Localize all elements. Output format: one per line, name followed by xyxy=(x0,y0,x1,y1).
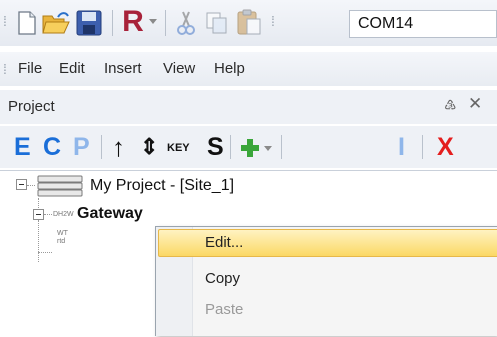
project-toolbar-separator xyxy=(422,135,423,159)
collapse-expander[interactable] xyxy=(33,209,44,220)
collapse-expander[interactable] xyxy=(16,179,27,190)
project-toolbar-separator xyxy=(101,135,102,159)
menu-edit[interactable]: Edit xyxy=(59,60,85,77)
r-icon[interactable]: R xyxy=(120,4,146,40)
context-menu-copy-label: Copy xyxy=(205,270,241,287)
edit-project-button[interactable]: E xyxy=(14,133,31,162)
child-prefix-top: WT xyxy=(57,230,68,237)
p-button[interactable]: P xyxy=(73,133,90,162)
menubar-grip[interactable]: ⁞ xyxy=(3,61,7,77)
toolbar-separator xyxy=(165,10,166,36)
project-pane-title: Project xyxy=(8,98,55,115)
gateway-prefix: DH2W xyxy=(53,211,74,218)
save-icon[interactable] xyxy=(74,8,104,38)
menu-view[interactable]: View xyxy=(163,60,195,77)
i-button[interactable]: I xyxy=(398,133,405,162)
pin-icon[interactable]: ♵ xyxy=(444,97,457,114)
menu-bar: ⁞ File Edit Insert View Help xyxy=(0,52,497,86)
project-pane-header xyxy=(0,90,497,124)
key-button[interactable]: KEY xyxy=(167,142,190,154)
tree-connector xyxy=(27,185,35,186)
project-toolbar-separator xyxy=(281,135,282,159)
toolbar-gap xyxy=(281,10,282,36)
main-toolbar: ⁞ R ⁞ COM14 xyxy=(0,0,497,46)
arrow-up-icon[interactable]: ↑ xyxy=(112,132,125,163)
arrow-updown-icon[interactable]: ⇕ xyxy=(140,134,158,160)
close-icon[interactable]: ✕ xyxy=(468,94,482,114)
menu-file[interactable]: File xyxy=(18,60,42,77)
project-toolbar-separator xyxy=(230,135,231,159)
add-dropdown-arrow-icon[interactable] xyxy=(263,144,273,154)
context-menu-paste-label: Paste xyxy=(205,301,244,318)
open-folder-icon[interactable] xyxy=(40,8,72,38)
context-menu-edit-label: Edit... xyxy=(205,234,244,251)
dropdown-arrow-icon[interactable] xyxy=(147,14,159,30)
child-node-icon[interactable]: WT rtd xyxy=(57,230,71,248)
project-database-icon xyxy=(36,173,84,199)
cut-icon[interactable] xyxy=(172,8,200,38)
menu-insert[interactable]: Insert xyxy=(104,60,142,77)
toolbar-grip[interactable]: ⁞ xyxy=(3,13,7,29)
tree-connector xyxy=(38,252,52,253)
tree-connector xyxy=(44,214,52,215)
menu-help[interactable]: Help xyxy=(214,60,245,77)
copy-icon[interactable] xyxy=(203,8,231,38)
new-file-icon[interactable] xyxy=(14,9,40,37)
add-icon[interactable] xyxy=(238,136,262,160)
s-button[interactable]: S xyxy=(207,133,224,162)
toolbar-grip-2[interactable]: ⁞ xyxy=(271,13,275,29)
com-port-field[interactable]: COM14 xyxy=(349,10,497,38)
toolbar-separator xyxy=(112,10,113,36)
paste-icon[interactable] xyxy=(233,6,265,38)
tree-root-label[interactable]: My Project - [Site_1] xyxy=(90,177,234,195)
tree-gateway-label[interactable]: Gateway xyxy=(77,205,143,223)
connect-button[interactable]: C xyxy=(43,133,61,162)
r-letter: R xyxy=(122,5,144,38)
tree-connector xyxy=(38,220,39,262)
child-prefix-bottom: rtd xyxy=(57,238,66,245)
delete-icon[interactable]: X xyxy=(437,133,454,162)
